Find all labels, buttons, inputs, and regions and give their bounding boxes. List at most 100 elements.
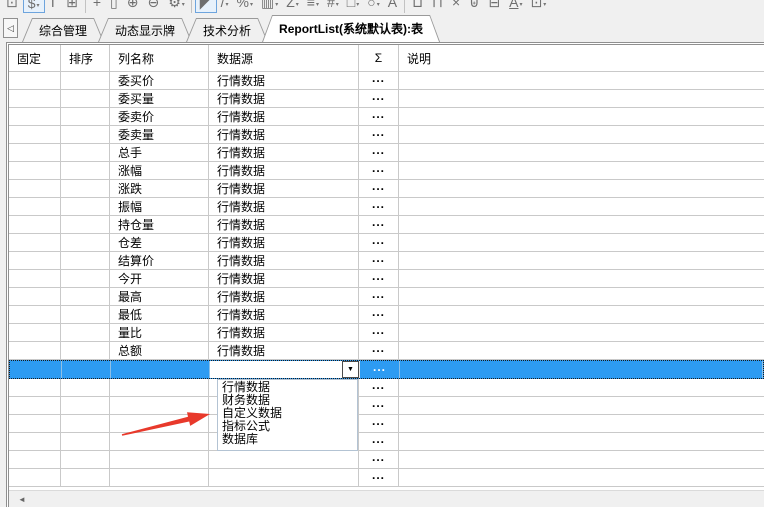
ellipsis-button[interactable]: ... [372, 324, 385, 336]
table-row[interactable]: 委买量 行情数据 ... [9, 90, 764, 108]
window-icon[interactable]: ⊡ [2, 0, 23, 13]
data-source-cell: 行情数据 [209, 342, 359, 359]
cell-format-icon[interactable]: ⊡ ▾ [527, 0, 551, 13]
border-grid-icon[interactable]: # ▾ [323, 0, 343, 13]
sort-cell [61, 288, 110, 305]
sigma-cell: ... [359, 451, 399, 468]
ellipsis-button[interactable]: ... [372, 90, 385, 102]
tab-technical-analysis[interactable]: 技术分析 [186, 18, 268, 42]
ellipsis-button[interactable]: ... [372, 198, 385, 210]
datasource-combobox[interactable]: ▼ [210, 361, 360, 378]
move-tool-icon[interactable]: + [89, 0, 106, 13]
ellipsis-button[interactable]: ... [372, 451, 385, 463]
scroll-left-arrow-icon[interactable]: ◄ [9, 495, 26, 504]
line-tool-icon[interactable]: / ▾ [217, 0, 233, 13]
column-order-icon[interactable]: ⊞ [62, 0, 83, 13]
ellipsis-button[interactable]: ... [372, 252, 385, 264]
tab-scroll-left-button[interactable]: ◁ [3, 18, 18, 38]
ellipsis-button[interactable]: ... [372, 180, 385, 192]
ellipsis-button[interactable]: ... [372, 379, 385, 391]
description-cell [399, 379, 764, 396]
ellipsis-button[interactable]: ... [372, 216, 385, 228]
description-cell [399, 433, 764, 450]
table-row[interactable]: 委卖价 行情数据 ... [9, 108, 764, 126]
ellipsis-button[interactable]: ... [372, 108, 385, 120]
trash-icon[interactable]: ⊎ [465, 0, 484, 13]
ellipse-tool-icon[interactable]: ○ ▾ [363, 0, 383, 13]
copy-icon[interactable]: ⊓ [428, 0, 448, 13]
currency-format-icon[interactable]: $ ▾ [22, 0, 45, 13]
ellipsis-button[interactable]: ... [372, 397, 385, 409]
scroll-left-icon: ◁ [7, 22, 14, 33]
header-fixed[interactable]: 固定 [9, 45, 61, 71]
percent-format-icon[interactable]: % ▾ [232, 0, 256, 13]
table-row[interactable]: 仓差 行情数据 ... [9, 234, 764, 252]
table-row[interactable]: 总手 行情数据 ... [9, 144, 764, 162]
table-row[interactable]: 涨幅 行情数据 ... [9, 162, 764, 180]
table-row[interactable]: 量比 行情数据 ... [9, 324, 764, 342]
ellipsis-button[interactable]: ... [372, 433, 385, 445]
zoom-out-icon[interactable]: ⊖ [143, 0, 164, 13]
fixed-cell [9, 108, 61, 125]
horizontal-scrollbar[interactable]: ◄ [9, 490, 764, 507]
fixed-cell [9, 397, 61, 414]
tab-comprehensive-management[interactable]: 综合管理 [22, 18, 104, 42]
table-row[interactable]: 持仓量 行情数据 ... [9, 216, 764, 234]
delete-icon[interactable]: × [448, 0, 465, 13]
field-list-icon[interactable]: T [45, 0, 63, 13]
remove-field-icon[interactable]: ⊟ [484, 0, 505, 13]
ellipsis-button[interactable]: ... [372, 72, 385, 84]
grid-style-icon[interactable]: ▥ ▾ [257, 0, 282, 13]
table-row[interactable]: 委买价 行情数据 ... [9, 72, 764, 90]
table-row[interactable]: 结算价 行情数据 ... [9, 252, 764, 270]
data-source-cell: 行情数据 [209, 180, 359, 197]
ellipsis-button[interactable]: ... [372, 270, 385, 282]
header-description[interactable]: 说明 [399, 45, 764, 71]
ellipsis-button[interactable]: ... [372, 234, 385, 246]
table-row[interactable]: 总额 行情数据 ... [9, 342, 764, 360]
table-row[interactable]: ... [9, 469, 764, 487]
fixed-cell [9, 162, 61, 179]
table-row[interactable]: 委卖量 行情数据 ... [9, 126, 764, 144]
rectangle-tool-icon[interactable]: □ ▾ [343, 0, 363, 13]
tab-dynamic-display-board[interactable]: 动态显示牌 [98, 18, 192, 42]
font-color-icon[interactable]: A ▾ [505, 0, 526, 13]
data-source-cell: 行情数据 [209, 144, 359, 161]
align-icon[interactable]: ≡ ▾ [303, 0, 323, 13]
combobox-dropdown-button[interactable]: ▼ [342, 361, 359, 378]
ellipsis-button[interactable]: ... [372, 162, 385, 174]
header-column-name[interactable]: 列名称 [110, 45, 209, 71]
header-data-source[interactable]: 数据源 [209, 45, 359, 71]
header-sigma[interactable]: Σ [359, 45, 399, 71]
text-tool-icon[interactable]: A [384, 0, 402, 13]
selected-row[interactable]: ▼ ... [9, 360, 764, 379]
ellipsis-button[interactable]: ... [372, 415, 385, 427]
table-row[interactable]: ... [9, 379, 764, 397]
table-row[interactable]: 最低 行情数据 ... [9, 306, 764, 324]
tab-reportlist-system-default[interactable]: ReportList(系统默认表):表 [262, 15, 440, 42]
ellipsis-button[interactable]: ... [372, 469, 385, 481]
ellipsis-button[interactable]: ... [372, 126, 385, 138]
data-source-cell: 行情数据 [209, 270, 359, 287]
data-source-cell [209, 469, 359, 486]
ellipsis-button[interactable]: ... [372, 288, 385, 300]
zoom-in-icon[interactable]: ⊕ [123, 0, 144, 13]
ellipsis-button[interactable]: ... [372, 342, 385, 354]
table-row[interactable]: 振幅 行情数据 ... [9, 198, 764, 216]
dropdown-item[interactable]: 数据库 [218, 433, 357, 446]
select-cursor-icon[interactable]: ◤ [194, 0, 217, 13]
header-sort[interactable]: 排序 [61, 45, 110, 71]
table-row[interactable]: ... [9, 451, 764, 469]
ellipsis-button[interactable]: ... [373, 361, 386, 373]
fixed-cell [9, 198, 61, 215]
description-cell [399, 469, 764, 486]
z-order-icon[interactable]: Z ▾ [282, 0, 303, 13]
paste-icon[interactable]: ⊔ [408, 0, 428, 13]
settings-gear-icon[interactable]: ⚙ ▾ [164, 0, 189, 13]
table-row[interactable]: 今开 行情数据 ... [9, 270, 764, 288]
ellipsis-button[interactable]: ... [372, 144, 385, 156]
ellipsis-button[interactable]: ... [372, 306, 385, 318]
ruler-icon[interactable]: ▯ [106, 0, 123, 13]
table-row[interactable]: 最高 行情数据 ... [9, 288, 764, 306]
table-row[interactable]: 涨跌 行情数据 ... [9, 180, 764, 198]
